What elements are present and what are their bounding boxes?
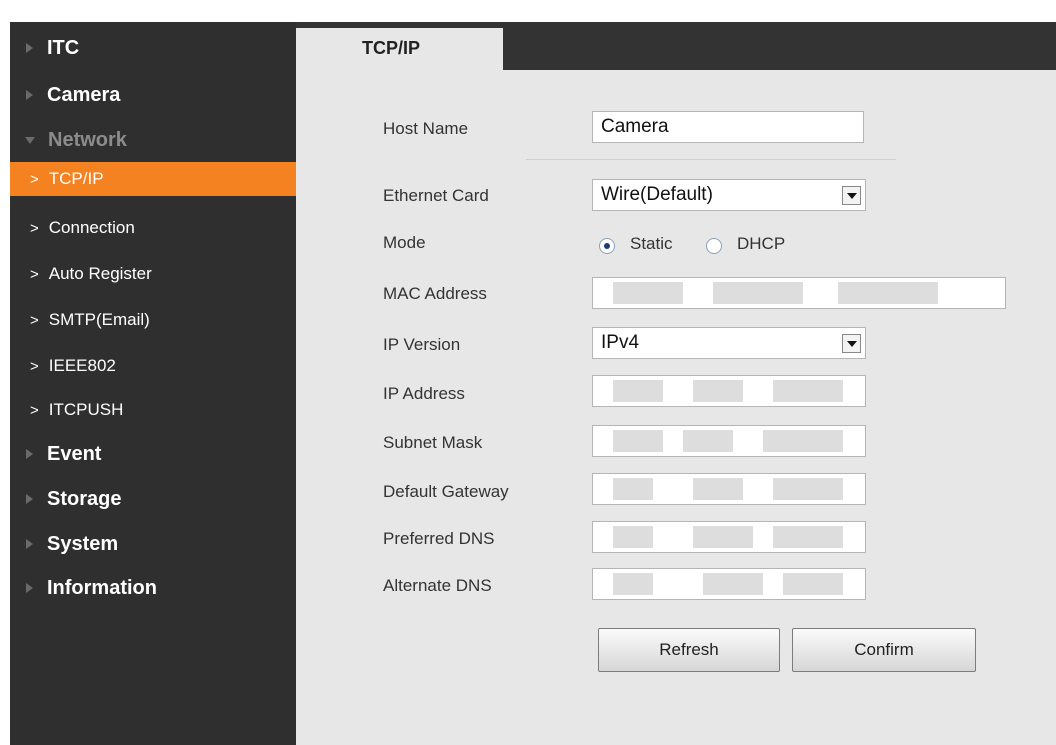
app-frame: ITC Camera Network > TCP/IP > Connection… xyxy=(10,22,1056,745)
sidebar-subitem-connection[interactable]: > Connection xyxy=(10,211,296,245)
subnet-mask-label: Subnet Mask xyxy=(383,433,483,452)
collapsed-arrow-icon xyxy=(26,583,33,593)
sidebar-item-network[interactable]: Network xyxy=(10,122,296,158)
static-radio-label: Static xyxy=(630,234,673,253)
sidebar-subitem-smtp[interactable]: > SMTP(Email) xyxy=(10,303,296,337)
ethernet-card-value: Wire(Default) xyxy=(601,184,713,205)
sidebar-item-storage[interactable]: Storage xyxy=(10,481,296,517)
ethernet-card-select[interactable]: Wire(Default) xyxy=(592,179,866,211)
default-gateway-label: Default Gateway xyxy=(383,482,509,501)
ip-address-input[interactable] xyxy=(592,375,866,407)
blurred-value xyxy=(703,573,763,595)
tab-tcpip[interactable]: TCP/IP xyxy=(296,28,503,70)
dropdown-arrow-icon[interactable] xyxy=(842,334,861,353)
blurred-value xyxy=(613,380,663,402)
sidebar-item-label: Event xyxy=(47,442,102,465)
blurred-value xyxy=(693,380,743,402)
host-name-label: Host Name xyxy=(383,119,469,138)
sidebar-subitem-label: Auto Register xyxy=(48,264,152,283)
sidebar-subitem-tcpip[interactable]: > TCP/IP xyxy=(10,162,296,196)
mac-address-field xyxy=(592,277,1006,309)
refresh-button[interactable]: Refresh xyxy=(598,628,780,672)
sidebar-item-label: Camera xyxy=(47,83,121,106)
mode-label: Mode xyxy=(383,233,426,252)
sidebar-item-label: System xyxy=(47,532,119,555)
blurred-value xyxy=(613,573,653,595)
divider xyxy=(526,159,896,160)
blurred-value xyxy=(613,430,663,452)
ip-address-label: IP Address xyxy=(383,384,465,403)
collapsed-arrow-icon xyxy=(26,494,33,504)
alternate-dns-label: Alternate DNS xyxy=(383,576,492,595)
main-content: TCP/IP Host Name Camera Ethernet Card Wi… xyxy=(296,22,1056,745)
sidebar-subitem-label: IEEE802 xyxy=(48,356,116,375)
collapsed-arrow-icon xyxy=(26,539,33,549)
ethernet-card-label: Ethernet Card xyxy=(383,186,489,205)
sidebar-item-label: ITC xyxy=(47,36,80,59)
blurred-value xyxy=(693,526,753,548)
blurred-value xyxy=(693,478,743,500)
blurred-value xyxy=(838,282,938,304)
sidebar-item-label: Storage xyxy=(47,487,122,510)
blurred-value xyxy=(773,478,843,500)
alternate-dns-input[interactable] xyxy=(592,568,866,600)
sidebar-item-label: Network xyxy=(48,128,127,151)
sidebar-item-camera[interactable]: Camera xyxy=(10,77,296,113)
blurred-value xyxy=(773,526,843,548)
dropdown-arrow-icon[interactable] xyxy=(842,186,861,205)
collapsed-arrow-icon xyxy=(26,449,33,459)
preferred-dns-label: Preferred DNS xyxy=(383,529,495,548)
chevron-right-icon: > xyxy=(30,311,39,329)
sidebar-subitem-label: TCP/IP xyxy=(48,169,104,188)
expanded-arrow-icon xyxy=(25,136,35,144)
sidebar: ITC Camera Network > TCP/IP > Connection… xyxy=(10,22,296,745)
collapsed-arrow-icon xyxy=(26,43,33,53)
blurred-value xyxy=(683,430,733,452)
host-name-input[interactable]: Camera xyxy=(592,111,864,143)
preferred-dns-input[interactable] xyxy=(592,521,866,553)
sidebar-subitem-ieee802[interactable]: > IEEE802 xyxy=(10,349,296,383)
chevron-right-icon: > xyxy=(30,170,39,188)
dhcp-radio-label: DHCP xyxy=(737,234,786,253)
sidebar-item-label: Information xyxy=(47,576,157,599)
ip-version-value: IPv4 xyxy=(601,332,640,353)
chevron-right-icon: > xyxy=(30,219,39,237)
sidebar-subitem-auto-register[interactable]: > Auto Register xyxy=(10,257,296,291)
dhcp-radio[interactable] xyxy=(706,238,722,254)
sidebar-subitem-itcpush[interactable]: > ITCPUSH xyxy=(10,393,296,427)
sidebar-subitem-label: ITCPUSH xyxy=(48,400,124,419)
blurred-value xyxy=(783,573,843,595)
confirm-button[interactable]: Confirm xyxy=(792,628,976,672)
tab-bar: TCP/IP xyxy=(296,22,1056,70)
sidebar-item-itc[interactable]: ITC xyxy=(10,30,296,66)
sidebar-subitem-label: SMTP(Email) xyxy=(48,310,150,329)
blurred-value xyxy=(713,282,803,304)
sidebar-subitem-label: Connection xyxy=(48,218,135,237)
subnet-mask-input[interactable] xyxy=(592,425,866,457)
sidebar-item-system[interactable]: System xyxy=(10,526,296,562)
chevron-right-icon: > xyxy=(30,357,39,375)
sidebar-item-event[interactable]: Event xyxy=(10,436,296,472)
static-radio[interactable] xyxy=(599,238,615,254)
collapsed-arrow-icon xyxy=(26,90,33,100)
chevron-right-icon: > xyxy=(30,265,39,283)
default-gateway-input[interactable] xyxy=(592,473,866,505)
blurred-value xyxy=(613,478,653,500)
blurred-value xyxy=(773,380,843,402)
blurred-value xyxy=(763,430,843,452)
chevron-right-icon: > xyxy=(30,401,39,419)
ip-version-label: IP Version xyxy=(383,335,461,354)
blurred-value xyxy=(613,526,653,548)
ip-version-select[interactable]: IPv4 xyxy=(592,327,866,359)
blurred-value xyxy=(613,282,683,304)
mac-address-label: MAC Address xyxy=(383,284,487,303)
sidebar-item-information[interactable]: Information xyxy=(10,570,296,606)
